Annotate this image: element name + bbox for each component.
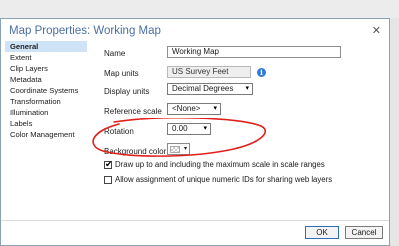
sidebar-item-labels[interactable]: Labels bbox=[5, 118, 87, 129]
sidebar-item-general[interactable]: General bbox=[5, 41, 87, 52]
sidebar-item-transformation[interactable]: Transformation bbox=[5, 96, 87, 107]
info-icon[interactable]: i bbox=[257, 68, 266, 77]
background-window-strip bbox=[0, 0, 399, 18]
chevron-down-icon: ▾ bbox=[213, 105, 217, 112]
sidebar-item-metadata[interactable]: Metadata bbox=[5, 74, 87, 85]
display-units-label: Display units bbox=[104, 87, 150, 96]
reference-scale-dropdown[interactable]: <None> ▾ bbox=[167, 103, 221, 115]
sidebar-item-color-management[interactable]: Color Management bbox=[5, 129, 87, 140]
sidebar-item-clip-layers[interactable]: Clip Layers bbox=[5, 63, 87, 74]
cancel-button[interactable]: Cancel bbox=[345, 226, 383, 239]
draw-up-checkbox[interactable]: ✔ bbox=[104, 159, 113, 169]
reference-scale-label: Reference scale bbox=[104, 107, 162, 116]
sidebar-nav: General Extent Clip Layers Metadata Coor… bbox=[5, 41, 87, 221]
red-annotation-ellipse bbox=[92, 118, 267, 157]
close-icon[interactable]: ✕ bbox=[372, 24, 381, 37]
display-units-dropdown[interactable]: Decimal Degrees ▾ bbox=[167, 83, 253, 95]
dialog-title: Map Properties: Working Map bbox=[9, 25, 161, 37]
name-input[interactable]: Working Map bbox=[167, 46, 341, 58]
footer-divider bbox=[1, 220, 389, 221]
sidebar-item-coordinate-systems[interactable]: Coordinate Systems bbox=[5, 85, 87, 96]
checkmark-icon: ✔ bbox=[105, 159, 113, 169]
chevron-down-icon: ▾ bbox=[245, 85, 249, 92]
ok-button[interactable]: OK bbox=[305, 226, 339, 239]
allow-ids-checkbox[interactable] bbox=[104, 176, 112, 184]
draw-up-label: Draw up to and including the maximum sca… bbox=[115, 160, 325, 169]
sidebar-item-extent[interactable]: Extent bbox=[5, 52, 87, 63]
allow-ids-label: Allow assignment of unique numeric IDs f… bbox=[115, 175, 333, 184]
name-label: Name bbox=[104, 49, 126, 58]
sidebar-item-illumination[interactable]: Illumination bbox=[5, 107, 87, 118]
map-units-field: US Survey Feet bbox=[167, 66, 251, 78]
reference-scale-value: <None> bbox=[172, 104, 201, 113]
map-units-label: Map units bbox=[104, 69, 139, 78]
display-units-value: Decimal Degrees bbox=[172, 84, 234, 93]
